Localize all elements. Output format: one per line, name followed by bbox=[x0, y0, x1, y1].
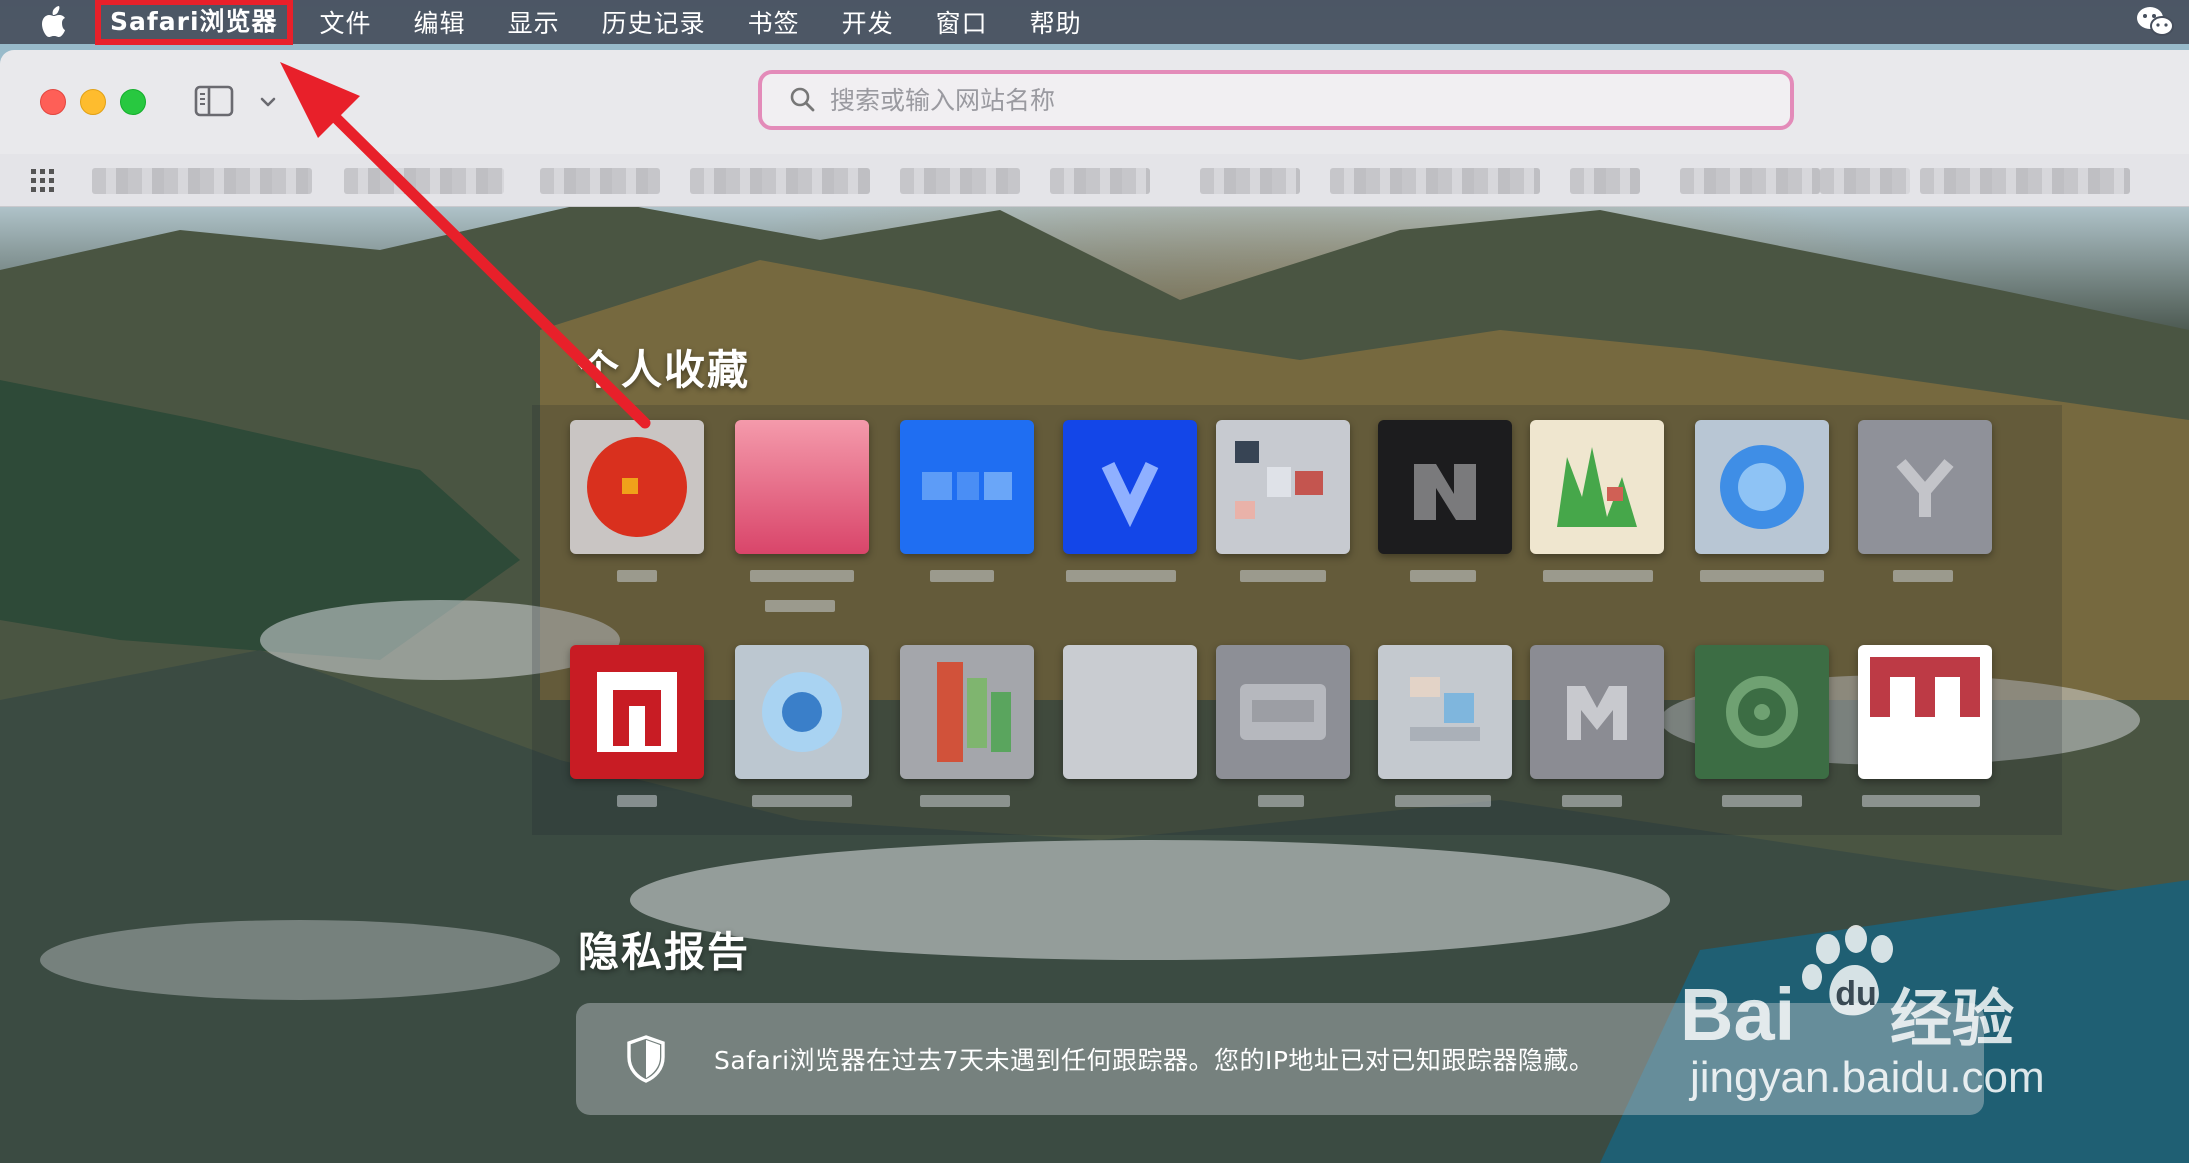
favorite-site-icon bbox=[762, 672, 842, 752]
favorite-caption bbox=[752, 795, 852, 807]
favorite-caption bbox=[920, 795, 1010, 807]
favorite-link-blurred[interactable] bbox=[92, 168, 312, 194]
baidu-jingyan-watermark: Bai 经验 du jingyan.baidu.com bbox=[1680, 925, 2080, 1115]
favorite-site-icon bbox=[1410, 677, 1480, 741]
search-icon bbox=[788, 85, 818, 115]
menu-develop[interactable]: 开发 bbox=[842, 4, 894, 40]
favorites-heading: 个人收藏 bbox=[578, 346, 750, 394]
favorite-site-icon bbox=[1240, 684, 1326, 740]
minimize-window-button[interactable] bbox=[80, 89, 106, 115]
privacy-report-heading: 隐私报告 bbox=[578, 928, 750, 976]
favorite-caption bbox=[750, 570, 854, 582]
favorite-tile[interactable] bbox=[1695, 420, 1829, 554]
menu-safari[interactable]: Safari浏览器 bbox=[95, 0, 293, 45]
watermark-url: jingyan.baidu.com bbox=[1690, 1053, 2045, 1102]
favorites-bar bbox=[0, 154, 2189, 207]
favorite-caption bbox=[1862, 795, 1980, 807]
favorite-tile[interactable] bbox=[900, 645, 1034, 779]
favorite-site-icon bbox=[937, 662, 1011, 762]
chevron-down-icon[interactable] bbox=[256, 90, 280, 114]
favorite-link-blurred[interactable] bbox=[1680, 168, 1820, 194]
favorite-caption bbox=[617, 570, 657, 582]
favorite-tile[interactable] bbox=[570, 645, 704, 779]
menu-bookmarks[interactable]: 书签 bbox=[748, 4, 800, 40]
svg-text:经验: 经验 bbox=[1890, 982, 2014, 1055]
favorite-site-icon bbox=[1896, 459, 1954, 517]
favorite-link-blurred[interactable] bbox=[1920, 168, 2130, 194]
favorite-site-icon bbox=[1414, 464, 1476, 520]
favorite-caption bbox=[1562, 795, 1622, 807]
favorite-caption bbox=[1395, 795, 1491, 807]
favorite-tile[interactable] bbox=[1216, 420, 1350, 554]
favorite-tile[interactable] bbox=[1695, 645, 1829, 779]
favorite-link-blurred[interactable] bbox=[540, 168, 660, 194]
menu-history[interactable]: 历史记录 bbox=[602, 4, 706, 40]
favorite-caption bbox=[1722, 795, 1802, 807]
svg-text:du: du bbox=[1835, 975, 1877, 1013]
favorite-tile[interactable] bbox=[1378, 420, 1512, 554]
menu-help[interactable]: 帮助 bbox=[1030, 4, 1082, 40]
favorite-link-blurred[interactable] bbox=[690, 168, 870, 194]
close-window-button[interactable] bbox=[40, 89, 66, 115]
favorite-site-icon bbox=[1235, 441, 1323, 519]
favorite-tile[interactable] bbox=[1530, 420, 1664, 554]
favorite-tile[interactable] bbox=[1858, 645, 1992, 779]
favorite-caption bbox=[1543, 570, 1653, 582]
favorite-tile[interactable] bbox=[900, 420, 1034, 554]
favorite-site-icon bbox=[587, 437, 687, 537]
favorite-caption bbox=[1258, 795, 1304, 807]
menu-window[interactable]: 窗口 bbox=[936, 4, 988, 40]
address-bar[interactable] bbox=[758, 70, 1794, 130]
favorite-site-icon bbox=[922, 472, 1012, 500]
favorite-tile[interactable] bbox=[1063, 420, 1197, 554]
favorite-link-blurred[interactable] bbox=[1820, 168, 1910, 194]
favorite-link-blurred[interactable] bbox=[1330, 168, 1540, 194]
favorite-site-icon bbox=[1726, 676, 1798, 748]
favorite-caption bbox=[617, 795, 657, 807]
favorite-caption bbox=[1700, 570, 1824, 582]
favorite-link-blurred[interactable] bbox=[1050, 168, 1150, 194]
favorite-site-icon bbox=[1557, 447, 1637, 527]
favorite-caption bbox=[1066, 570, 1176, 582]
menu-file[interactable]: 文件 bbox=[320, 4, 372, 40]
favorite-tile[interactable] bbox=[735, 645, 869, 779]
sidebar-toggle-icon[interactable] bbox=[194, 84, 234, 118]
shield-icon bbox=[626, 1035, 666, 1083]
favorite-caption bbox=[1893, 570, 1953, 582]
favorite-tile[interactable] bbox=[1063, 645, 1197, 779]
favorite-link-blurred[interactable] bbox=[344, 168, 504, 194]
menu-view[interactable]: 显示 bbox=[508, 4, 560, 40]
browser-toolbar bbox=[0, 50, 2189, 155]
apple-menu-icon[interactable] bbox=[36, 3, 74, 41]
menu-bar: Safari浏览器 文件 编辑 显示 历史记录 书签 开发 窗口 帮助 bbox=[0, 0, 2189, 45]
favorite-tile[interactable] bbox=[1858, 420, 1992, 554]
svg-text:Bai: Bai bbox=[1680, 973, 1795, 1056]
favorite-caption bbox=[1240, 570, 1326, 582]
favorite-site-icon bbox=[597, 672, 677, 752]
favorite-tile[interactable] bbox=[1530, 645, 1664, 779]
favorite-tile[interactable] bbox=[735, 420, 869, 554]
favorite-caption bbox=[1410, 570, 1476, 582]
favorite-site-icon bbox=[1101, 461, 1159, 527]
favorite-site-icon bbox=[1567, 686, 1627, 740]
favorite-site-icon bbox=[1870, 657, 1980, 717]
favorite-tile[interactable] bbox=[1216, 645, 1350, 779]
favorite-caption bbox=[930, 570, 994, 582]
wechat-tray-icon[interactable] bbox=[2135, 4, 2175, 40]
favorite-site-icon bbox=[1720, 445, 1804, 529]
favorite-link-blurred[interactable] bbox=[900, 168, 1020, 194]
search-input[interactable] bbox=[828, 84, 1732, 116]
grid-icon[interactable] bbox=[30, 168, 56, 194]
zoom-window-button[interactable] bbox=[120, 89, 146, 115]
favorite-caption bbox=[765, 600, 835, 612]
privacy-report-message: Safari浏览器在过去7天未遇到任何跟踪器。您的IP地址已对已知跟踪器隐藏。 bbox=[714, 1046, 1595, 1075]
menu-edit[interactable]: 编辑 bbox=[414, 4, 466, 40]
favorite-link-blurred[interactable] bbox=[1570, 168, 1640, 194]
favorite-tile[interactable] bbox=[570, 420, 704, 554]
favorite-tile[interactable] bbox=[1378, 645, 1512, 779]
favorite-link-blurred[interactable] bbox=[1200, 168, 1300, 194]
